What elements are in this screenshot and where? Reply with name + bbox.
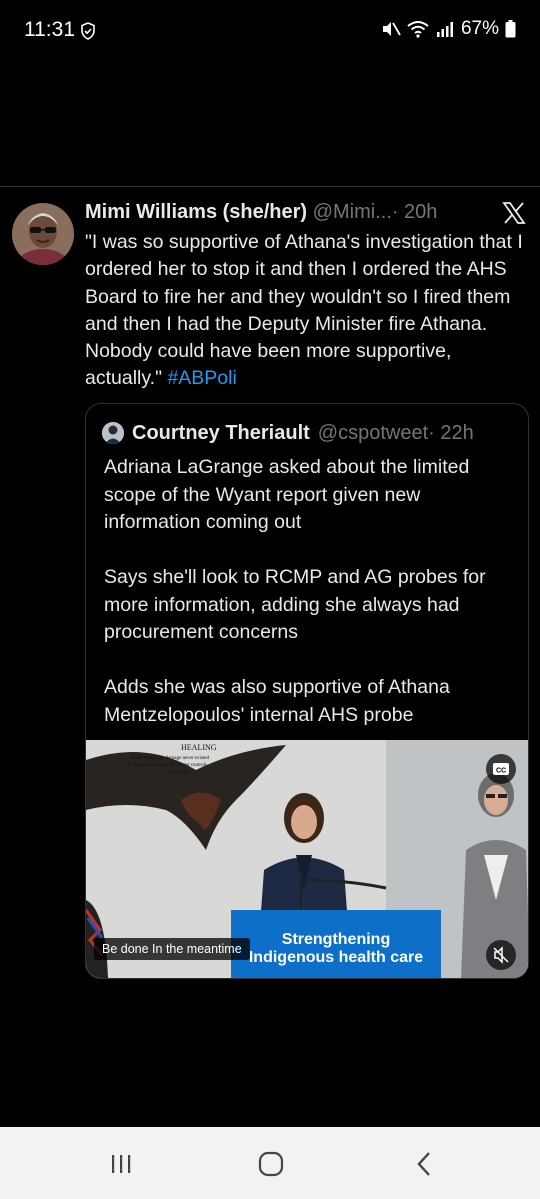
quoted-author-name[interactable]: Courtney Theriault bbox=[132, 422, 310, 445]
quoted-paragraph: Says she'll look to RCMP and AG probes f… bbox=[104, 566, 486, 643]
mute-button[interactable] bbox=[486, 940, 516, 970]
quoted-header: Courtney Theriault @cspotweet· 22h bbox=[102, 420, 474, 446]
wall-text: doesn't mean the damage never existed bbox=[131, 756, 209, 761]
tweet-header: Mimi Williams (she/her) @Mimi...· 20h bbox=[85, 201, 525, 227]
quoted-avatar[interactable] bbox=[102, 422, 124, 444]
quoted-author-handle[interactable]: @cspotweet bbox=[318, 422, 428, 444]
navigation-bar bbox=[0, 1127, 540, 1199]
wall-text: our LIVES bbox=[168, 770, 190, 775]
wifi-icon bbox=[407, 21, 429, 38]
hashtag-link[interactable]: #ABPoli bbox=[167, 367, 236, 389]
back-icon[interactable] bbox=[410, 1149, 440, 1179]
quoted-time: · 22h bbox=[428, 421, 474, 444]
status-bar: 11:31 67% bbox=[0, 0, 540, 62]
author-name[interactable]: Mimi Williams (she/her) bbox=[85, 201, 307, 223]
wall-text: HEALING bbox=[181, 743, 217, 752]
quoted-paragraph: Adriana LaGrange asked about the limited… bbox=[104, 456, 470, 533]
avatar-image bbox=[12, 203, 74, 265]
captions-button[interactable]: CC bbox=[486, 754, 516, 784]
x-logo-icon bbox=[502, 202, 526, 224]
cc-label: CC bbox=[496, 768, 506, 775]
battery-icon bbox=[505, 20, 516, 38]
video-caption: Be done In the meantime bbox=[94, 938, 250, 960]
banner-line-2: Indigenous health care bbox=[249, 949, 423, 966]
volume-muted-icon bbox=[493, 946, 509, 964]
home-icon[interactable] bbox=[256, 1149, 286, 1179]
tweet-text: "I was so supportive of Athana's investi… bbox=[85, 229, 530, 393]
banner-line-1: Strengthening bbox=[282, 931, 390, 948]
status-time: 11:31 bbox=[24, 18, 75, 41]
shield-icon bbox=[81, 22, 95, 40]
cc-icon: CC bbox=[493, 763, 509, 775]
video-player[interactable]: HEALING doesn't mean the damage never ex… bbox=[86, 740, 528, 978]
mute-icon bbox=[382, 22, 401, 36]
signal-icon bbox=[436, 22, 453, 37]
recent-apps-icon[interactable] bbox=[106, 1149, 136, 1179]
tweet-time: · 20h bbox=[391, 201, 438, 223]
author-handle[interactable]: @Mimi... bbox=[313, 201, 392, 223]
battery-percent: 67% bbox=[460, 18, 499, 39]
quoted-avatar-image bbox=[102, 422, 124, 444]
quoted-tweet[interactable]: Courtney Theriault @cspotweet· 22h Adria… bbox=[85, 403, 529, 979]
wall-text: It means the damage no longer controls bbox=[128, 763, 207, 768]
quoted-text: Adriana LaGrange asked about the limited… bbox=[104, 454, 514, 757]
quoted-paragraph: Adds she was also supportive of Athana M… bbox=[104, 676, 450, 726]
avatar[interactable] bbox=[12, 203, 74, 265]
tweet-body: "I was so supportive of Athana's investi… bbox=[85, 231, 523, 390]
divider bbox=[0, 186, 540, 187]
